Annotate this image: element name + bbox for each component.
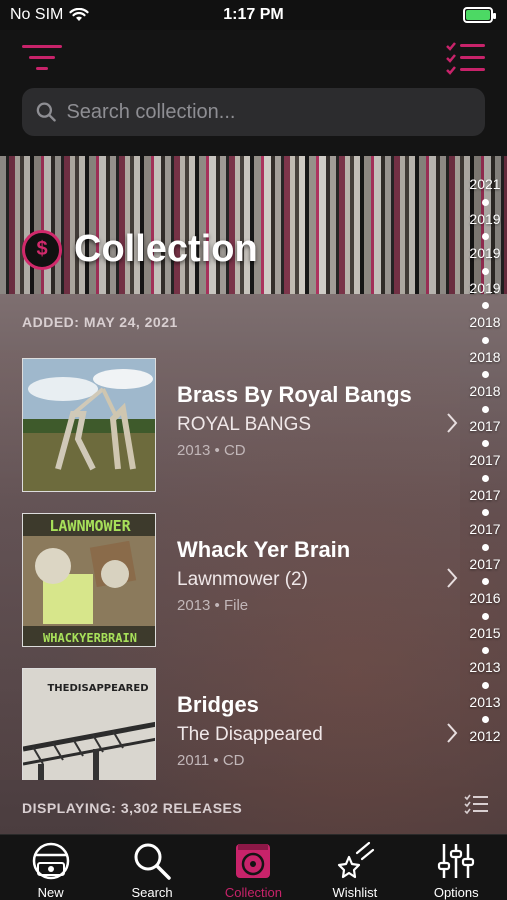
- release-meta: 2013 • File: [177, 597, 249, 614]
- battery-icon: [463, 7, 496, 23]
- new-icon: [32, 842, 69, 880]
- year-index-item[interactable]: 2019: [469, 280, 500, 298]
- list-options-icon[interactable]: [464, 794, 488, 814]
- sliders-icon: [438, 844, 475, 878]
- chevron-right-icon: [447, 568, 458, 588]
- tab-bar: New Search Collection Wishlist Options: [0, 834, 507, 900]
- release-row[interactable]: Brass By Royal Bangs ROYAL BANGS 2013 • …: [0, 350, 470, 505]
- main-content: ADDED: MAY 24, 2021 Brass By Royal Bangs…: [0, 294, 507, 834]
- year-index[interactable]: 2021 2019 2019 2019 2018 2018 2018 2017 2017 2017…: [465, 176, 505, 746]
- year-index-item[interactable]: 2018: [469, 383, 500, 401]
- release-text: Whack Yer Brain Lawnmower (2) 2013 • Fil…: [177, 537, 350, 614]
- year-index-dot: [481, 509, 489, 516]
- tab-collection[interactable]: Collection: [203, 841, 304, 900]
- year-index-dot: [481, 543, 489, 551]
- search-input[interactable]: [66, 100, 471, 124]
- year-index-item[interactable]: 2017: [469, 418, 500, 436]
- year-index-dot: [481, 371, 489, 378]
- tab-search[interactable]: Search: [102, 841, 203, 900]
- year-index-dot: [481, 336, 489, 344]
- year-index-item[interactable]: 2019: [469, 245, 500, 263]
- hero-banner: $ Collection: [0, 156, 507, 294]
- year-index-dot: [481, 681, 489, 689]
- year-index-dot: [481, 267, 489, 275]
- hero-content: $ Collection: [22, 228, 258, 271]
- tab-label: Options: [433, 885, 479, 900]
- year-index-item[interactable]: 2016: [469, 590, 500, 608]
- section-header: ADDED: MAY 24, 2021: [22, 314, 178, 330]
- year-index-item[interactable]: 2013: [469, 694, 500, 712]
- release-artist: ROYAL BANGS: [177, 414, 312, 435]
- status-left: No SIM: [10, 6, 89, 24]
- filter-button[interactable]: [20, 40, 64, 76]
- year-index-dot: [481, 474, 489, 482]
- dollar-icon: $: [22, 229, 62, 270]
- tab-label: Collection: [224, 885, 283, 900]
- tab-label: Wishlist: [332, 885, 378, 900]
- year-index-item[interactable]: 2012: [469, 728, 500, 746]
- release-title: Bridges: [177, 692, 259, 717]
- tab-wishlist[interactable]: Wishlist: [304, 841, 405, 900]
- chevron-right-icon: [447, 413, 458, 433]
- header: [0, 30, 507, 156]
- album-cover: [22, 358, 156, 492]
- page-title: Collection: [74, 228, 258, 270]
- release-meta: 2011 • CD: [177, 752, 245, 769]
- release-artist: Lawnmower (2): [177, 569, 308, 590]
- release-text: Brass By Royal Bangs ROYAL BANGS 2013 • …: [177, 382, 412, 459]
- filter-icon: [22, 45, 62, 70]
- svg-text:WHACKYERBRAIN: WHACKYERBRAIN: [43, 631, 137, 645]
- search-icon: [36, 102, 56, 122]
- year-index-dot: [481, 198, 489, 206]
- year-index-dot: [481, 440, 489, 447]
- year-index-dot: [481, 716, 489, 723]
- album-cover: THEDISAPPEARED: [22, 668, 156, 780]
- carrier-label: No SIM: [10, 6, 64, 23]
- release-artist: The Disappeared: [177, 724, 323, 745]
- year-index-item[interactable]: 2019: [469, 211, 500, 229]
- album-cover: LAWNMOWER WHACKYERBRAIN: [22, 513, 156, 647]
- tab-label: Search: [131, 885, 173, 900]
- tab-label: New: [37, 885, 64, 900]
- search-icon: [134, 843, 171, 880]
- year-index-item[interactable]: 2013: [469, 659, 500, 677]
- chevron-right-icon: [447, 723, 458, 743]
- year-index-dot: [481, 233, 489, 240]
- year-index-item[interactable]: 2018: [469, 349, 500, 367]
- release-title: Brass By Royal Bangs: [177, 382, 412, 407]
- release-title: Whack Yer Brain: [177, 537, 351, 562]
- year-index-item[interactable]: 2017: [469, 487, 500, 505]
- year-index-item[interactable]: 2021: [469, 176, 500, 194]
- year-index-dot: [481, 302, 489, 309]
- tab-options[interactable]: Options: [406, 841, 507, 900]
- release-row[interactable]: LAWNMOWER WHACKYERBRAIN Whack Yer Brain …: [0, 505, 470, 660]
- year-index-item[interactable]: 2017: [469, 521, 500, 539]
- release-row[interactable]: THEDISAPPEARED Bridges The Disappeared 2…: [0, 660, 470, 780]
- year-index-dot: [481, 405, 489, 413]
- year-index-dot: [481, 578, 489, 585]
- tab-new[interactable]: New: [0, 841, 101, 900]
- year-index-dot: [481, 612, 489, 620]
- svg-text:LAWNMOWER: LAWNMOWER: [49, 517, 131, 535]
- shooting-star-icon: [337, 841, 374, 879]
- year-index-item[interactable]: 2015: [469, 625, 500, 643]
- year-index-item[interactable]: 2018: [469, 314, 500, 332]
- release-meta: 2013 • CD: [177, 442, 246, 459]
- releases-count: DISPLAYING: 3,302 RELEASES: [22, 800, 243, 816]
- status-bar: No SIM 1:17 PM: [0, 0, 507, 30]
- collection-icon: [236, 844, 271, 878]
- checklist-icon: [446, 42, 485, 75]
- wifi-icon: [69, 8, 89, 21]
- release-text: Bridges The Disappeared 2011 • CD: [177, 692, 323, 769]
- search-box[interactable]: [22, 88, 485, 136]
- year-index-dot: [481, 647, 489, 654]
- year-index-item[interactable]: 2017: [469, 556, 500, 574]
- year-index-item[interactable]: 2017: [469, 452, 500, 470]
- svg-text:THEDISAPPEARED: THEDISAPPEARED: [47, 683, 148, 694]
- checklist-button[interactable]: [443, 40, 487, 76]
